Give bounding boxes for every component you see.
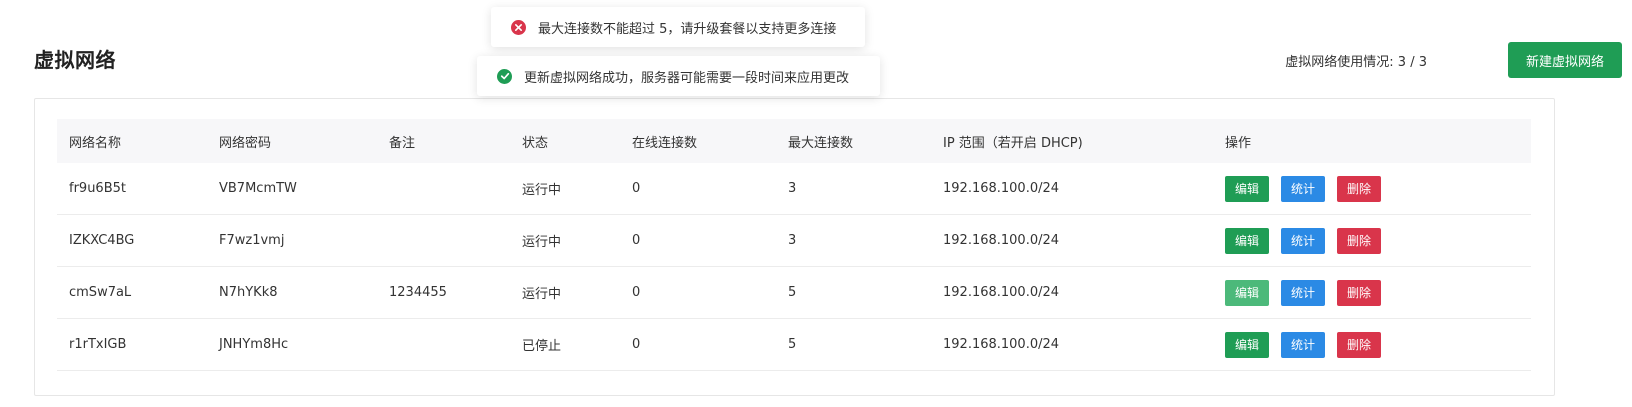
header-ip: IP 范围（若开启 DHCP) [943, 135, 1083, 151]
online-count: 0 [632, 285, 641, 300]
edit-button[interactable]: 编辑 [1225, 175, 1270, 202]
error-circle-icon [511, 19, 526, 35]
ip-range: 192.168.100.0/24 [943, 181, 1060, 196]
row-actions: 编辑 统计 删除 [1213, 279, 1531, 306]
network-status: 运行中 [522, 183, 562, 198]
error-toast-text: 最大连接数不能超过 5，请升级套餐以支持更多连接 [538, 21, 837, 37]
table-row: cmSw7aL N7hYKk8 1234455 运行中 0 5 192.168.… [57, 267, 1531, 319]
table-row: fr9u6B5t VB7McmTW 运行中 0 3 192.168.100.0/… [57, 163, 1531, 215]
header-name: 网络名称 [69, 135, 122, 151]
header-status: 状态 [522, 135, 549, 151]
stats-button[interactable]: 统计 [1281, 175, 1326, 202]
network-name: r1rTxIGB [69, 337, 127, 352]
network-table-card: 网络名称 网络密码 备注 状态 在线连接数 最大连接数 IP 范围（若开启 DH… [34, 98, 1555, 396]
stats-button[interactable]: 统计 [1281, 279, 1326, 306]
header-online: 在线连接数 [632, 135, 698, 151]
header-max: 最大连接数 [788, 135, 854, 151]
ip-range: 192.168.100.0/24 [943, 233, 1060, 248]
online-count: 0 [632, 233, 641, 248]
network-status: 运行中 [522, 235, 562, 250]
edit-button[interactable]: 编辑 [1225, 279, 1270, 306]
stats-button[interactable]: 统计 [1281, 227, 1326, 254]
edit-button[interactable]: 编辑 [1225, 331, 1270, 358]
error-toast: 最大连接数不能超过 5，请升级套餐以支持更多连接 [491, 7, 865, 47]
header-note: 备注 [389, 135, 416, 151]
page-title: 虚拟网络 [34, 48, 116, 72]
network-password: VB7McmTW [219, 181, 297, 196]
success-toast-text: 更新虚拟网络成功，服务器可能需要一段时间来应用更改 [524, 70, 850, 86]
row-actions: 编辑 统计 删除 [1213, 227, 1531, 254]
table-header: 网络名称 网络密码 备注 状态 在线连接数 最大连接数 IP 范围（若开启 DH… [57, 119, 1531, 163]
network-password: N7hYKk8 [219, 285, 278, 300]
max-connections: 5 [788, 337, 797, 352]
row-actions: 编辑 统计 删除 [1213, 175, 1531, 202]
network-name: cmSw7aL [69, 285, 132, 300]
usage-text: 虚拟网络使用情况: 3 / 3 [1285, 55, 1427, 70]
network-note: 1234455 [389, 285, 447, 300]
max-connections: 5 [788, 285, 797, 300]
online-count: 0 [632, 181, 641, 196]
max-connections: 3 [788, 233, 797, 248]
network-name: fr9u6B5t [69, 181, 126, 196]
delete-button[interactable]: 删除 [1337, 279, 1382, 306]
header-password: 网络密码 [219, 135, 272, 151]
edit-button[interactable]: 编辑 [1225, 227, 1270, 254]
delete-button[interactable]: 删除 [1337, 331, 1382, 358]
success-toast: 更新虚拟网络成功，服务器可能需要一段时间来应用更改 [477, 56, 880, 96]
header-actions: 操作 [1225, 135, 1252, 151]
ip-range: 192.168.100.0/24 [943, 337, 1060, 352]
table-row: r1rTxIGB JNHYm8Hc 已停止 0 5 192.168.100.0/… [57, 319, 1531, 371]
check-circle-icon [497, 68, 512, 84]
row-actions: 编辑 统计 删除 [1213, 331, 1531, 358]
network-status: 已停止 [522, 339, 562, 354]
network-status: 运行中 [522, 287, 562, 302]
stats-button[interactable]: 统计 [1281, 331, 1326, 358]
ip-range: 192.168.100.0/24 [943, 285, 1060, 300]
max-connections: 3 [788, 181, 797, 196]
network-password: F7wz1vmj [219, 233, 285, 248]
online-count: 0 [632, 337, 641, 352]
network-name: IZKXC4BG [69, 233, 135, 248]
delete-button[interactable]: 删除 [1337, 227, 1382, 254]
network-password: JNHYm8Hc [219, 337, 289, 352]
delete-button[interactable]: 删除 [1337, 175, 1382, 202]
create-network-button[interactable]: 新建虚拟网络 [1508, 42, 1622, 78]
network-table: 网络名称 网络密码 备注 状态 在线连接数 最大连接数 IP 范围（若开启 DH… [57, 119, 1531, 371]
table-row: IZKXC4BG F7wz1vmj 运行中 0 3 192.168.100.0/… [57, 215, 1531, 267]
